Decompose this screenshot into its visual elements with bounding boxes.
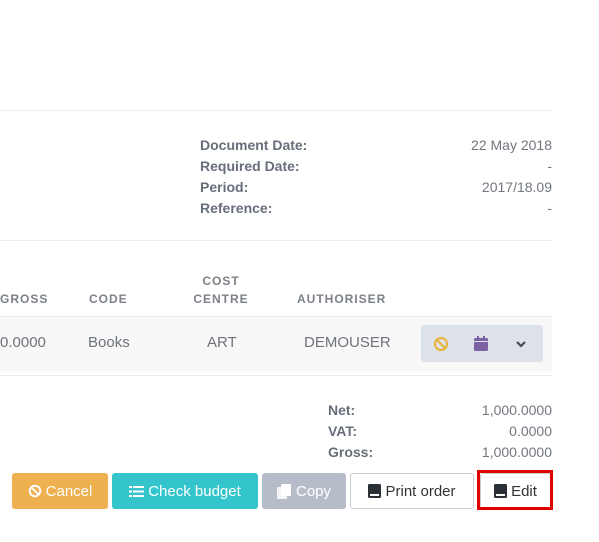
column-header-authoriser: AUTHORISER [297, 292, 387, 306]
print-order-label: Print order [385, 482, 456, 500]
edit-button[interactable]: Edit [480, 473, 551, 509]
vat-value: 0.0000 [509, 423, 552, 439]
document-date-label: Document Date: [200, 137, 308, 153]
vat-label: VAT: [328, 423, 358, 439]
net-value: 1,000.0000 [481, 402, 552, 418]
meta-divider [0, 240, 552, 241]
cell-gross: 0.0000 [0, 334, 46, 351]
table-bottom-divider [0, 375, 552, 376]
column-header-gross: GROSS [0, 292, 49, 306]
reference-label: Reference: [200, 200, 273, 216]
copy-icon [276, 483, 291, 499]
period-label: Period: [200, 179, 249, 195]
chevron-down-icon[interactable] [501, 325, 541, 362]
cell-code: Books [88, 334, 130, 351]
ban-icon[interactable] [421, 325, 461, 362]
cell-authoriser: DEMOUSER [304, 334, 391, 351]
check-budget-button[interactable]: Check budget [112, 473, 258, 509]
print-order-button[interactable]: Print order [350, 473, 474, 509]
edit-label: Edit [511, 482, 537, 500]
cancel-button[interactable]: Cancel [12, 473, 108, 509]
cancel-label: Cancel [45, 482, 93, 500]
copy-button[interactable]: Copy [262, 473, 346, 509]
reference-value: - [547, 200, 552, 216]
required-date-value: - [547, 158, 552, 174]
ban-icon [28, 484, 41, 498]
gross-label: Gross: [328, 444, 374, 460]
period-value: 2017/18.09 [481, 179, 552, 195]
column-header-cost-centre-line1: COST [202, 274, 240, 288]
row-actions [421, 325, 543, 362]
calendar-icon[interactable] [461, 325, 501, 362]
column-header-cost-centre: COST CENTRE [192, 272, 250, 308]
top-divider [0, 110, 552, 111]
book-icon [368, 484, 382, 498]
copy-label: Copy [295, 482, 332, 500]
required-date-label: Required Date: [200, 158, 300, 174]
document-date-value: 22 May 2018 [471, 137, 552, 153]
cell-cost-centre: ART [207, 334, 237, 351]
gross-value: 1,000.0000 [481, 444, 552, 460]
list-icon [129, 485, 145, 497]
column-header-code: CODE [89, 292, 128, 306]
book-icon [494, 484, 508, 498]
check-budget-label: Check budget [148, 482, 241, 500]
net-label: Net: [328, 402, 356, 418]
column-header-cost-centre-line2: CENTRE [193, 292, 249, 306]
